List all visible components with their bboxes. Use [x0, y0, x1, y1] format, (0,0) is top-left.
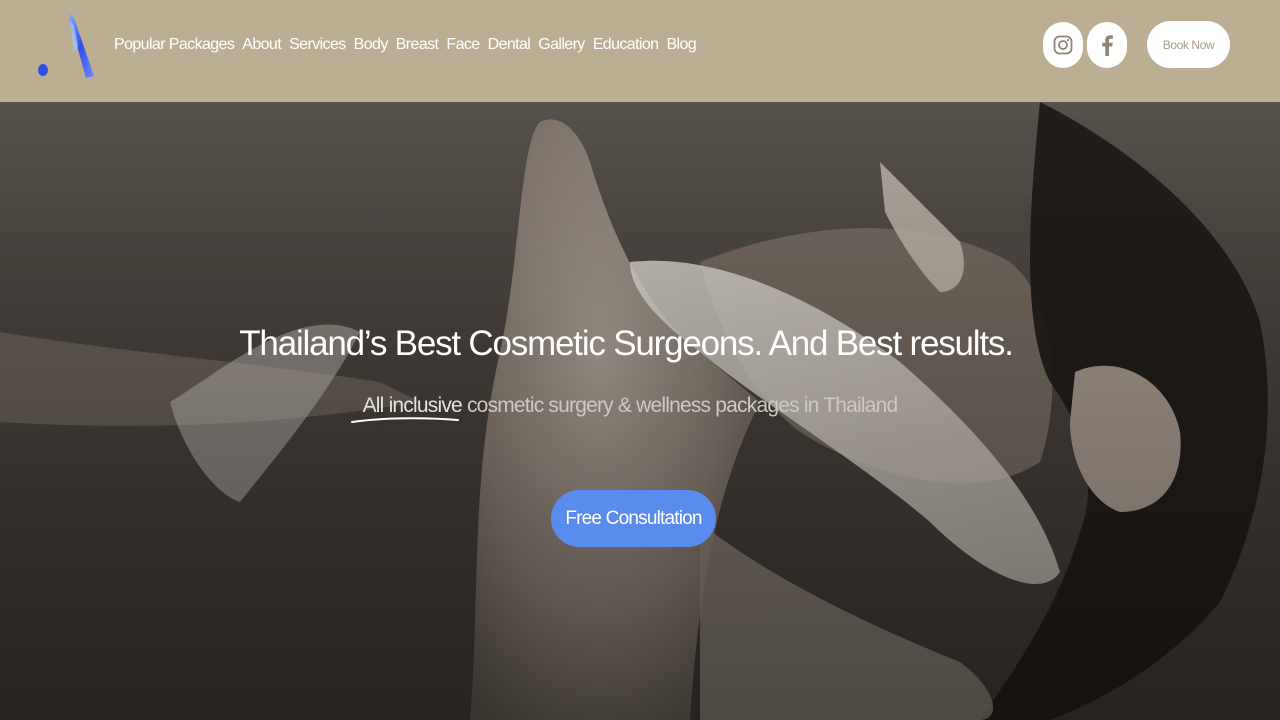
free-consultation-button[interactable]: Free Consultation: [551, 490, 716, 547]
book-now-button[interactable]: Book Now: [1147, 21, 1230, 68]
hero-title: Thailand’s Best Cosmetic Surgeons. And B…: [239, 324, 1014, 363]
nav-breast[interactable]: Breast: [396, 36, 439, 54]
brand-logo-icon[interactable]: [34, 12, 98, 80]
nav-face[interactable]: Face: [446, 36, 480, 54]
nav-dental[interactable]: Dental: [488, 36, 531, 54]
instagram-icon: [1053, 35, 1073, 55]
main-nav: Popular Packages About Services Body Bre…: [114, 34, 704, 56]
nav-about[interactable]: About: [242, 36, 281, 54]
nav-services[interactable]: Services: [289, 36, 346, 54]
hero-subtitle-rest: cosmetic surgery & wellness packages in …: [461, 394, 898, 417]
site-header: Popular Packages About Services Body Bre…: [0, 0, 1280, 102]
hero-section: Thailand’s Best Cosmetic Surgeons. And B…: [0, 102, 1280, 720]
nav-blog[interactable]: Blog: [666, 36, 696, 54]
nav-gallery[interactable]: Gallery: [538, 36, 585, 54]
nav-education[interactable]: Education: [593, 36, 659, 54]
instagram-button[interactable]: [1043, 22, 1083, 68]
facebook-button[interactable]: [1087, 22, 1127, 68]
underline-swoosh-icon: [351, 417, 459, 423]
nav-popular-packages[interactable]: Popular Packages: [114, 36, 235, 54]
facebook-icon: [1102, 35, 1113, 56]
hero-subtitle: All inclusive cosmetic surgery & wellnes…: [0, 394, 1260, 418]
nav-body[interactable]: Body: [354, 36, 389, 54]
